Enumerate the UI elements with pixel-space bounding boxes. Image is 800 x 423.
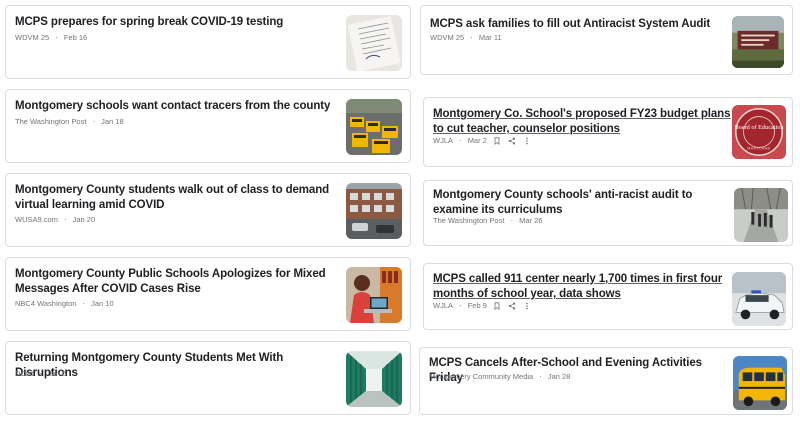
source-name: WUSA9.com (15, 215, 58, 224)
news-card-left-4[interactable]: Montgomery County Public Schools Apologi… (5, 257, 411, 331)
publish-date: Feb 16 (63, 33, 88, 42)
yellow-school-bus-image (733, 356, 787, 410)
source-name: The Washington Post (433, 216, 505, 225)
separator-dot: · (82, 299, 86, 308)
headline[interactable]: MCPS prepares for spring break COVID-19 … (15, 15, 335, 30)
news-card-left-3[interactable]: Montgomery County students walk out of c… (5, 173, 411, 247)
school-building-image (346, 183, 402, 239)
headline[interactable]: Montgomery County Public Schools Apologi… (15, 267, 335, 297)
publish-date: Feb 9 (467, 301, 487, 310)
article-meta: Montgomery Community Media · Jan 28 (429, 372, 570, 381)
bookmark-icon[interactable] (493, 301, 502, 310)
bookmark-icon[interactable] (493, 136, 502, 145)
publish-date: Jan 20 (72, 215, 96, 224)
source-name: WDVM 25 (15, 33, 50, 42)
separator-dot: · (470, 33, 473, 42)
board-of-education-seal-image: Board of Education MARYLAND (732, 105, 786, 159)
source-name: The Washington Post (15, 117, 87, 126)
news-card-right-5[interactable]: MCPS Cancels After-School and Evening Ac… (419, 347, 793, 415)
headline[interactable]: Montgomery schools want contact tracers … (15, 99, 335, 114)
publish-date: Jan 28 (547, 372, 571, 381)
article-meta: WJLA · Mar 2 (433, 136, 532, 145)
source-name: WDVM 25 (430, 33, 465, 42)
publish-date: Mar 2 (467, 136, 487, 145)
source-name: WJLA (433, 136, 454, 145)
separator-dot: · (39, 369, 43, 378)
publish-date: Jan 18 (101, 117, 124, 126)
source-name: NBC4 Washington (15, 299, 77, 308)
headline[interactable]: MCPS called 911 center nearly 1,700 time… (433, 272, 733, 302)
yellow-school-bus-thumbnail[interactable] (733, 356, 787, 410)
news-card-left-5[interactable]: Returning Montgomery County Students Met… (5, 341, 411, 415)
article-meta: WDVM 25 · Feb 16 (15, 33, 87, 42)
article-meta: The Washington Post · Mar 26 (433, 216, 542, 225)
board-of-education-thumbnail[interactable]: Board of Education MARYLAND (732, 105, 786, 159)
school-hallway-image (346, 351, 402, 407)
more-vert-icon[interactable] (523, 136, 532, 145)
separator-dot: · (539, 372, 542, 381)
headline[interactable]: Montgomery Co. School's proposed FY23 bu… (433, 107, 733, 137)
article-meta: WDVM 25 · Mar 11 (430, 33, 502, 42)
student-laptop-thumbnail[interactable] (346, 267, 402, 323)
separator-dot: · (459, 301, 462, 310)
news-card-left-2[interactable]: Montgomery schools want contact tracers … (5, 89, 411, 163)
article-meta: WUSA9.com · Jan 20 (15, 215, 95, 224)
seal-bottom-text: MARYLAND (747, 146, 770, 150)
school-buses-image (346, 99, 402, 155)
article-meta: DCist · Jan 6 (15, 369, 66, 378)
article-meta: The Washington Post · Jan 18 (15, 117, 124, 126)
separator-dot: · (510, 216, 514, 225)
news-card-right-2[interactable]: Montgomery Co. School's proposed FY23 bu… (423, 97, 793, 167)
news-card-right-1[interactable]: MCPS ask families to fill out Antiracist… (420, 5, 793, 75)
paper-document-thumbnail[interactable] (346, 15, 402, 71)
more-vert-icon[interactable] (523, 301, 532, 310)
separator-dot: · (55, 33, 58, 42)
source-name: Montgomery Community Media (429, 372, 534, 381)
article-meta: WJLA · Feb 9 (433, 301, 532, 310)
school-building-thumbnail[interactable] (346, 183, 402, 239)
news-card-right-3[interactable]: Montgomery County schools' anti-racist a… (423, 180, 793, 246)
news-card-right-4[interactable]: MCPS called 911 center nearly 1,700 time… (423, 263, 793, 330)
share-icon[interactable] (508, 136, 517, 145)
publish-date: Mar 26 (519, 216, 543, 225)
seal-text: Board of Education (735, 124, 785, 131)
students-walking-thumbnail[interactable] (734, 188, 788, 242)
headline[interactable]: MCPS ask families to fill out Antiracist… (430, 17, 720, 32)
headline[interactable]: MCPS Cancels After-School and Evening Ac… (429, 356, 729, 386)
school-buses-thumbnail[interactable] (346, 99, 402, 155)
headline[interactable]: Montgomery County students walk out of c… (15, 183, 335, 213)
separator-dot: · (459, 136, 462, 145)
publish-date: Jan 10 (91, 299, 114, 308)
news-card-left-1[interactable]: MCPS prepares for spring break COVID-19 … (5, 5, 411, 79)
school-sign-thumbnail[interactable] (732, 16, 784, 68)
school-sign-image (732, 16, 784, 68)
school-hallway-thumbnail[interactable] (346, 351, 402, 407)
separator-dot: · (92, 117, 96, 126)
publish-date: Jan 6 (48, 369, 67, 378)
police-car-image (732, 272, 786, 326)
share-icon[interactable] (508, 301, 517, 310)
headline[interactable]: Montgomery County schools' anti-racist a… (433, 188, 733, 218)
students-walking-image (734, 188, 788, 242)
article-meta: NBC4 Washington · Jan 10 (15, 299, 114, 308)
paper-document-image (346, 15, 402, 71)
police-car-thumbnail[interactable] (732, 272, 786, 326)
source-name: WJLA (433, 301, 454, 310)
student-laptop-image (346, 267, 402, 323)
publish-date: Mar 11 (478, 33, 502, 42)
separator-dot: · (63, 215, 67, 224)
source-name: DCist (15, 369, 34, 378)
